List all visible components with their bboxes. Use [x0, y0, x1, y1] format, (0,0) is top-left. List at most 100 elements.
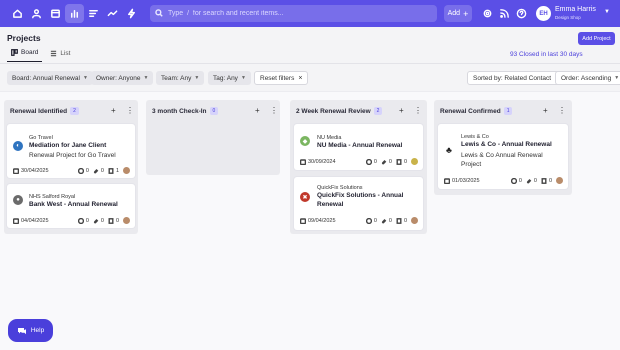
card-subtitle: Lewis & Co Annual Renewal Project	[461, 152, 543, 168]
project-card[interactable]: ◐ Go Travel Mediation for Jane Client Re…	[7, 124, 135, 178]
docs-count: 0	[115, 217, 119, 224]
tab-list[interactable]: List	[46, 48, 74, 62]
plus-icon: +	[463, 8, 469, 19]
card-footer: 09/04/2025 0 0 0	[300, 217, 418, 224]
column-2-week-renewal-review: 2 Week Renewal Review 2 + ⋮ ◆ NU Media NU…	[290, 100, 427, 234]
attachments-count: 0	[100, 217, 104, 224]
checks-count: 0	[373, 217, 377, 224]
board-filter[interactable]: Board: Annual Renewal ▼	[7, 71, 93, 85]
card-title: NU Media - Annual Renewal	[317, 142, 403, 149]
order-select[interactable]: Order: Ascending ▼	[555, 71, 620, 85]
card-date: 09/04/2025	[308, 217, 336, 224]
feed-icon[interactable]	[499, 8, 510, 19]
help-button[interactable]: Help	[8, 319, 53, 342]
user-name[interactable]: Emma Harris	[555, 6, 596, 13]
document-icon	[396, 158, 402, 165]
add-card-icon[interactable]: +	[255, 106, 260, 115]
add-project-button[interactable]: Add Project	[578, 32, 615, 45]
more-options-icon[interactable]: ⋮	[414, 106, 422, 115]
column-renewal-confirmed: Renewal Confirmed 1 + ⋮ ♣ Lewis & Co Lewi…	[434, 100, 572, 195]
global-search[interactable]	[150, 5, 437, 22]
checks-count: 0	[373, 158, 377, 165]
add-card-icon[interactable]: +	[111, 106, 116, 115]
owner-filter[interactable]: Owner: Anyone ▼	[91, 71, 154, 85]
chevron-down-icon: ▼	[194, 75, 200, 81]
document-icon	[396, 217, 402, 224]
settings-icon[interactable]	[482, 8, 493, 19]
search-input[interactable]	[168, 10, 428, 17]
more-options-icon[interactable]: ⋮	[558, 106, 566, 115]
column-count-badge: 2	[373, 107, 383, 115]
project-card[interactable]: ◆ NU Media NU Media - Annual Renewal 30/…	[294, 124, 423, 170]
tab-board-label: Board	[21, 49, 39, 56]
calendar-icon	[444, 177, 450, 184]
tab-board[interactable]: Board	[7, 48, 43, 62]
org-logo: ♣	[446, 145, 452, 155]
add-button[interactable]: Add +	[444, 5, 472, 22]
check-circle-icon	[77, 217, 84, 224]
project-card[interactable]: ♣ Lewis & Co Lewis & Co - Annual Renewal…	[438, 124, 568, 189]
close-icon: ×	[298, 74, 303, 82]
card-date: 30/09/2024	[308, 158, 336, 165]
owner-avatar[interactable]	[123, 167, 130, 174]
paperclip-icon	[381, 218, 387, 223]
board-icon	[11, 49, 18, 56]
bar-chart-icon[interactable]	[65, 4, 84, 23]
paperclip-icon	[93, 218, 99, 223]
more-options-icon[interactable]: ⋮	[126, 106, 134, 115]
check-circle-icon	[77, 167, 84, 174]
calendar-icon[interactable]	[46, 4, 65, 23]
docs-count: 0	[548, 177, 552, 184]
owner-avatar[interactable]	[556, 177, 563, 184]
card-date: 01/03/2025	[452, 177, 480, 184]
home-icon[interactable]	[8, 4, 27, 23]
owner-avatar[interactable]	[123, 217, 130, 224]
checks-count: 0	[85, 167, 89, 174]
sort-select[interactable]: Sorted by: Related Contact▼	[467, 71, 565, 85]
board-filter-label: Board: Annual Renewal	[12, 74, 80, 82]
list-icon[interactable]	[84, 4, 103, 23]
owner-avatar[interactable]	[411, 217, 418, 224]
list-view-icon	[51, 50, 57, 56]
org-logo: ◆	[300, 136, 310, 146]
owner-avatar[interactable]	[411, 158, 418, 165]
avatar[interactable]: EH	[536, 6, 551, 21]
card-title: QuickFix Solutions - Annual Renewal	[317, 192, 404, 208]
card-title: Mediation for Jane Client	[29, 142, 107, 149]
column-3-month-check-in: 3 month Check-In 0 + ⋮	[146, 100, 280, 175]
document-icon	[108, 167, 114, 174]
bolt-icon[interactable]	[122, 4, 141, 23]
owner-filter-label: Owner: Anyone	[96, 74, 141, 82]
add-card-icon[interactable]: +	[399, 106, 404, 115]
user-icon[interactable]	[27, 4, 46, 23]
column-renewal-identified: Renewal Identified 2 + ⋮ ◐ Go Travel Medi…	[4, 100, 138, 234]
page-title: Projects	[7, 33, 41, 43]
project-card[interactable]: ✖ QuickFix Solutions QuickFix Solutions …	[294, 177, 423, 230]
chevron-down-icon[interactable]: ▼	[604, 9, 610, 15]
help-circle-icon[interactable]	[516, 8, 527, 19]
column-title: Renewal Identified	[10, 107, 68, 115]
tag-filter[interactable]: Tag: Any ▼	[208, 71, 251, 85]
add-card-icon[interactable]: +	[543, 106, 548, 115]
closed-projects-link[interactable]: 93 Closed in last 30 days	[510, 51, 583, 58]
check-circle-icon	[510, 177, 517, 184]
column-header: Renewal Confirmed 1	[440, 107, 513, 115]
calendar-icon	[300, 158, 306, 165]
reset-filters-button[interactable]: Reset filters ×	[254, 71, 309, 85]
team-filter[interactable]: Team: Any ▼	[156, 71, 205, 85]
docs-count: 1	[115, 167, 119, 174]
checks-count: 0	[518, 177, 522, 184]
card-footer: 01/03/2025 0 0 0	[444, 177, 563, 184]
calendar-icon	[300, 217, 306, 224]
project-card[interactable]: ● NHS Salford Royal Bank West - Annual R…	[7, 184, 135, 228]
more-options-icon[interactable]: ⋮	[270, 106, 278, 115]
attachments-count: 0	[388, 158, 392, 165]
trend-icon[interactable]	[103, 4, 122, 23]
help-label: Help	[30, 327, 45, 334]
document-icon	[108, 217, 114, 224]
column-header: 3 month Check-In 0	[152, 107, 219, 115]
card-date: 30/04/2025	[21, 167, 49, 174]
column-count-badge: 2	[70, 107, 79, 115]
column-header: Renewal Identified 2	[10, 107, 79, 115]
tab-list-label: List	[60, 49, 71, 57]
